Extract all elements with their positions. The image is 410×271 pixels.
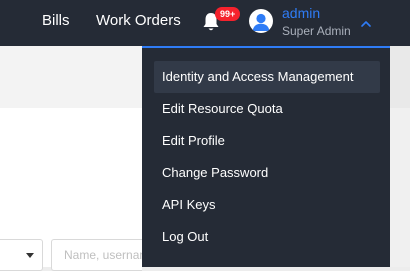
top-navigation-bar: Bills Work Orders 99+ admin Super Admin xyxy=(0,0,410,46)
chevron-up-icon[interactable] xyxy=(360,16,372,27)
nav-link-bills[interactable]: Bills xyxy=(42,12,70,30)
right-page-strip xyxy=(390,46,410,267)
user-name[interactable]: admin xyxy=(282,5,320,21)
menu-item-log-out[interactable]: Log Out xyxy=(154,221,380,253)
menu-item-identity-access-management[interactable]: Identity and Access Management xyxy=(154,61,380,93)
menu-item-api-keys[interactable]: API Keys xyxy=(154,189,380,221)
user-avatar-icon[interactable] xyxy=(249,9,273,33)
user-dropdown-menu: Identity and Access Management Edit Reso… xyxy=(142,46,390,267)
menu-item-edit-resource-quota[interactable]: Edit Resource Quota xyxy=(154,93,380,125)
menu-item-change-password[interactable]: Change Password xyxy=(154,157,380,189)
user-role: Super Admin xyxy=(282,24,351,38)
nav-link-work-orders[interactable]: Work Orders xyxy=(96,12,181,30)
filter-select[interactable] xyxy=(0,239,43,271)
search-input[interactable] xyxy=(51,239,142,271)
notification-count-badge: 99+ xyxy=(215,7,241,21)
menu-item-edit-profile[interactable]: Edit Profile xyxy=(154,125,380,157)
caret-down-icon xyxy=(26,253,34,258)
content-header-area xyxy=(0,46,142,108)
